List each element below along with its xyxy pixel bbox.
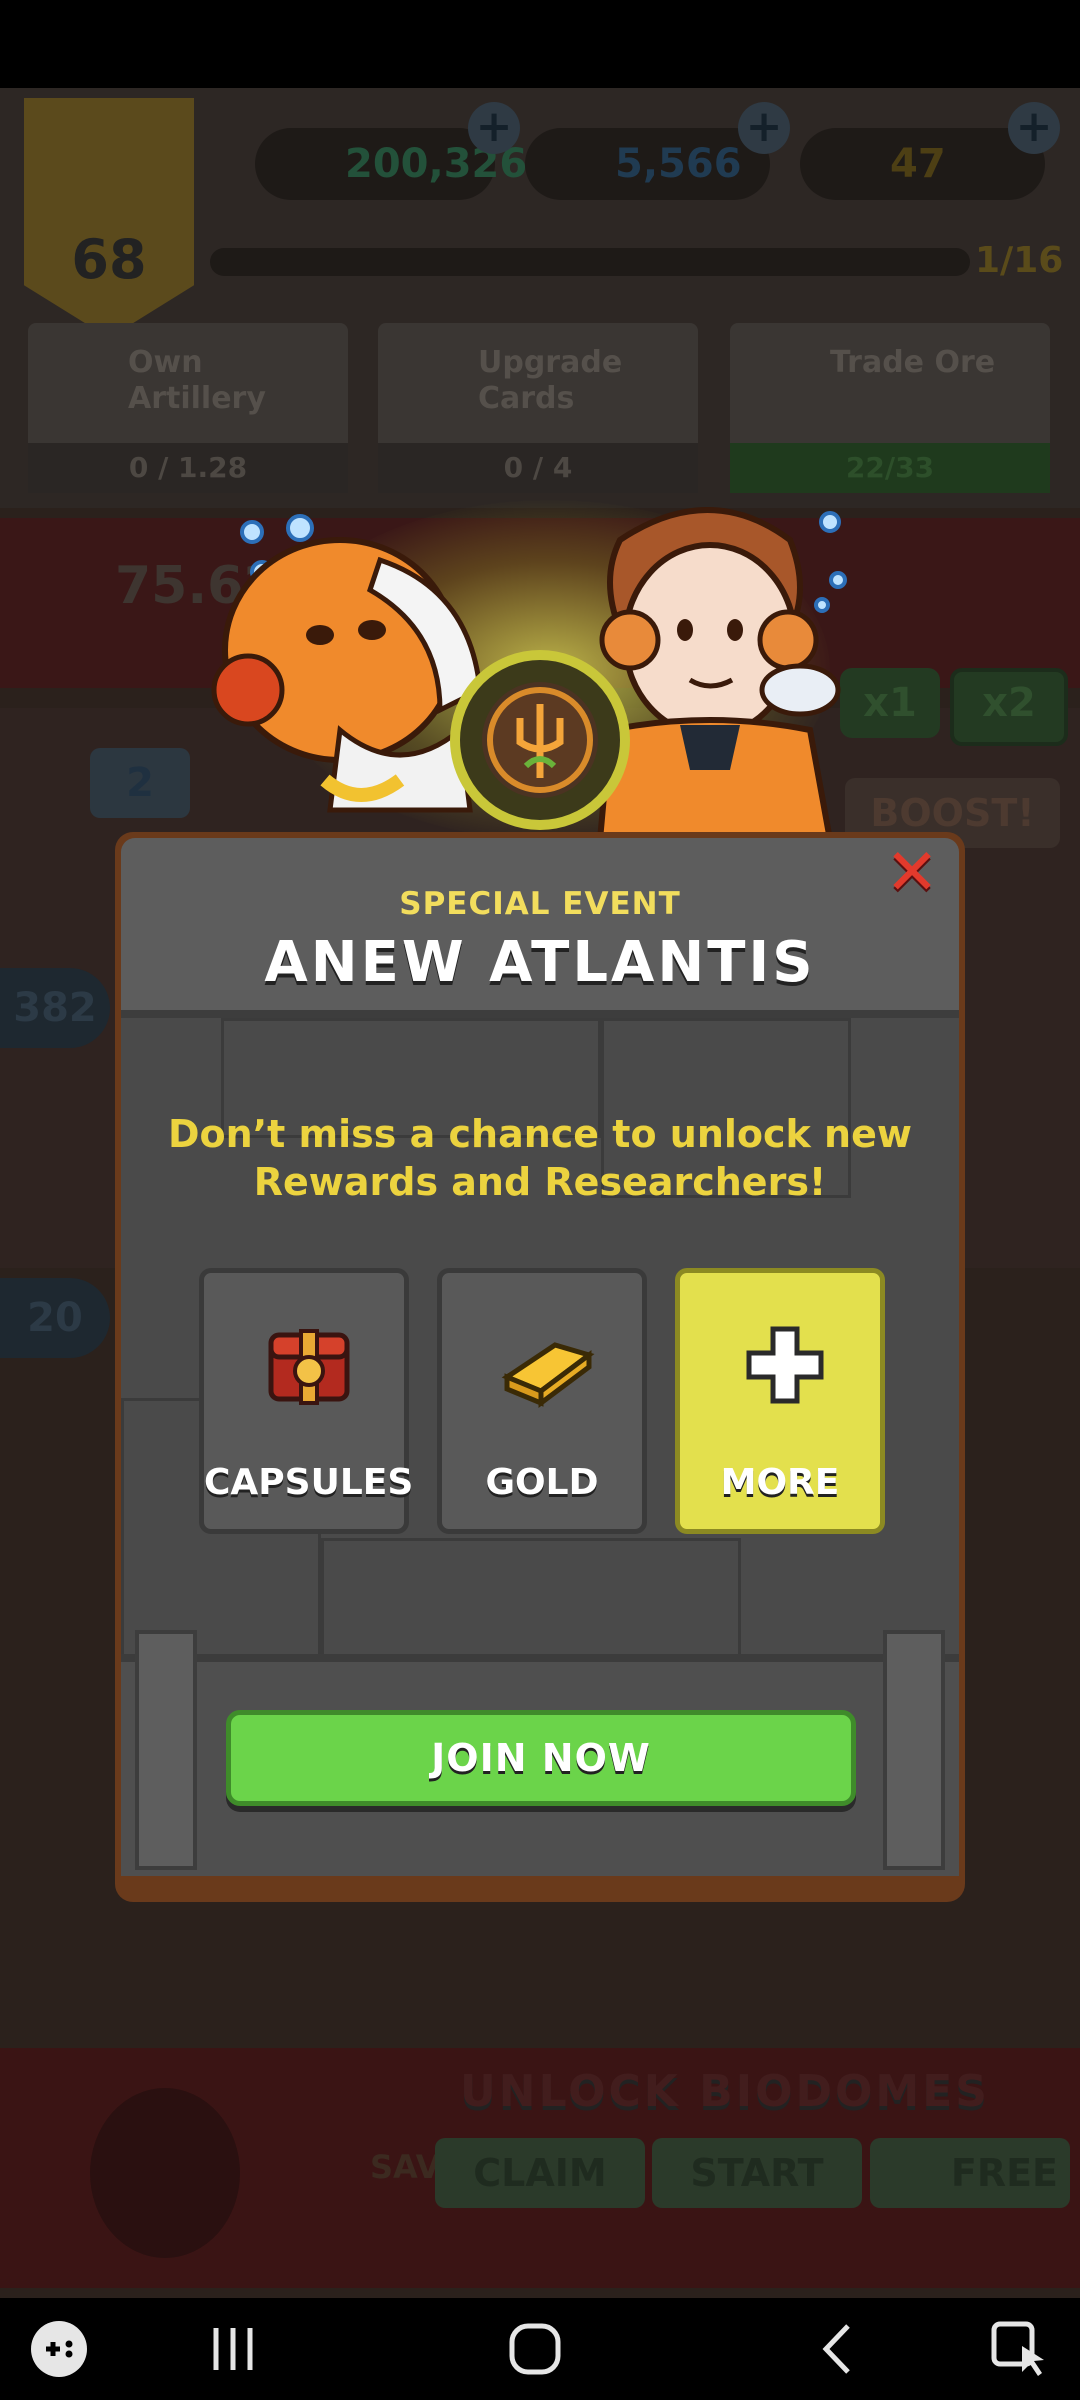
side-counter-1: 382 [0,968,110,1048]
level-number: 68 [71,228,147,291]
gold-label: GOLD [485,1462,599,1503]
stone-pillar-left [135,1630,197,1870]
task-label: Own Artillery [128,345,266,416]
claim-label: CLAIM [473,2151,607,2195]
level-progress-text: 1/16 [975,240,1064,281]
close-icon[interactable]: ✕ [877,838,947,908]
add-ore-button[interactable]: + [468,102,520,154]
back-icon[interactable] [806,2316,872,2382]
modal-header: SPECIAL EVENT ANEW ATLANTIS ✕ [121,838,959,1018]
multiplier-label: x2 [982,680,1036,726]
add-research-button[interactable]: + [738,102,790,154]
plus-icon [746,1326,824,1404]
task-card-artillery[interactable]: Own Artillery 0 / 1.28 [28,323,348,493]
modal-footer: JOIN NOW [121,1630,959,1876]
more-card[interactable]: MORE [675,1268,885,1534]
stone-tile [321,1538,741,1658]
free-label: FREE [950,2151,1058,2195]
join-now-button[interactable]: JOIN NOW [226,1710,856,1806]
side-counter-2: 20 [0,1278,110,1358]
rank-badge: 68 [24,98,194,338]
gold-counter: 47 [800,128,1045,200]
system-nav-bar [0,2298,1080,2400]
research-counter: 5,566 [525,128,770,200]
multiplier-x2[interactable]: x2 [950,668,1068,746]
save-label: SAV [370,2148,441,2186]
side-count: 382 [13,985,97,1031]
trident-emblem-icon [482,682,598,798]
modal-title: ANEW ATLANTIS [264,930,816,995]
ore-counter: 200,326 [255,128,527,200]
gold-card[interactable]: GOLD [437,1268,647,1534]
task-card-upgrade[interactable]: Upgrade Cards 0 / 4 [378,323,698,493]
modal-subtitle: SPECIAL EVENT [399,886,681,922]
biodomes-panel: UNLOCK BIODOMES SAV CLAIM START FREE [0,2048,1080,2288]
event-emblem [450,650,630,830]
level-progress-bar [210,248,970,276]
capsules-card[interactable]: CAPSULES [199,1268,414,1534]
home-icon[interactable] [502,2316,568,2382]
capsule-chest-icon [268,1329,350,1405]
event-description: Don’t miss a chance to unlock new Reward… [168,1112,912,1204]
gold-bar-icon [501,1342,595,1408]
status-bar [0,0,1080,88]
start-label: START [690,2151,824,2195]
claim-button[interactable]: CLAIM [435,2138,645,2208]
screen-capture-icon[interactable] [986,2316,1052,2382]
capsules-label: CAPSULES [204,1462,414,1503]
free-button[interactable]: FREE [870,2138,1070,2208]
game-launcher-icon[interactable] [26,2316,92,2382]
gold-value: 47 [890,141,946,187]
event-modal: SPECIAL EVENT ANEW ATLANTIS ✕ Don’t miss… [115,832,965,1902]
stone-pillar-right [883,1630,945,1870]
task-label: Trade Ore [830,345,996,380]
task-label: Upgrade Cards [478,345,623,416]
add-gold-button[interactable]: + [1008,102,1060,154]
start-button[interactable]: START [652,2138,862,2208]
recent-apps-icon[interactable] [200,2316,266,2382]
modal-body: Don’t miss a chance to unlock new Reward… [121,1018,959,1658]
lock-icon [90,2088,240,2258]
game-header: 68 200,326 + 5,566 + 47 + 1/16 Own Artil… [0,88,1080,508]
task-card-trade[interactable]: Trade Ore 22/33 [730,323,1050,493]
side-count: 20 [27,1295,83,1341]
research-value: 5,566 [615,141,742,187]
biodomes-title: UNLOCK BIODOMES [460,2066,990,2117]
more-label: MORE [720,1462,840,1503]
event-characters [150,480,930,840]
